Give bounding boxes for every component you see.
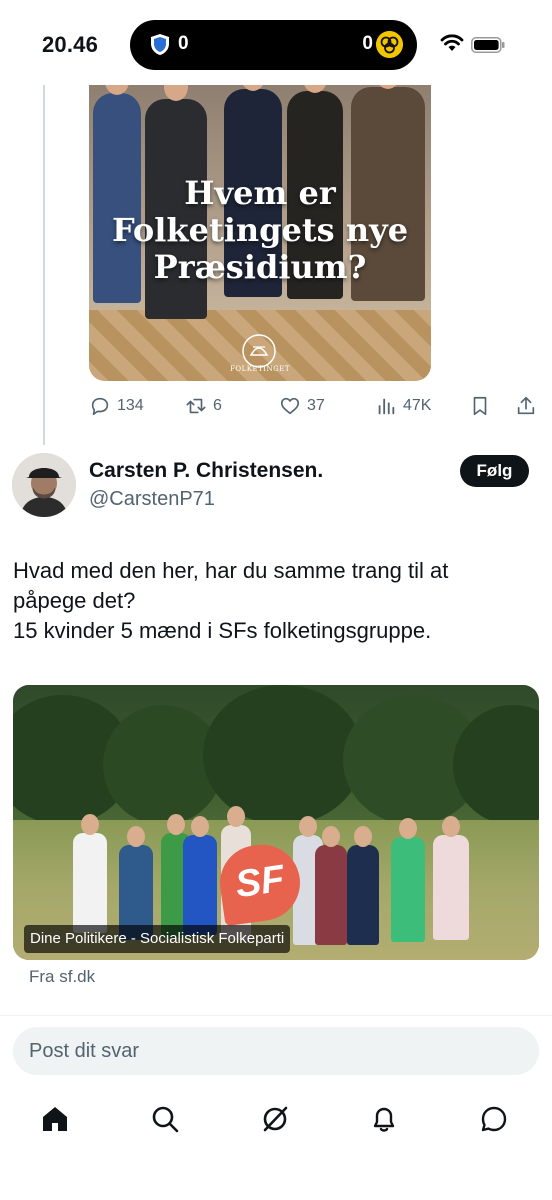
repost-icon xyxy=(186,398,206,414)
headline-line: Hvem er xyxy=(184,174,336,212)
person-figure xyxy=(315,826,347,945)
headline-line: Folketingets nye xyxy=(111,211,409,249)
status-bar: 20.46 0 0 xyxy=(0,0,552,90)
image-headline: Hvem er Folketingets nye Præsidium? xyxy=(89,175,431,286)
reply-count: 134 xyxy=(117,397,144,414)
like-count: 37 xyxy=(307,397,325,414)
notifications-icon[interactable] xyxy=(368,1103,400,1135)
post-image[interactable]: Hvem er Folketingets nye Præsidium? FOLK… xyxy=(89,85,431,381)
post-text-line: 15 kvinder 5 mænd i SFs folketingsgruppe… xyxy=(13,618,432,643)
shield-icon xyxy=(151,34,169,55)
messages-icon[interactable] xyxy=(478,1103,510,1135)
avatar-photo-icon xyxy=(12,453,76,517)
post-text-line: Hvad med den her, har du samme trang til… xyxy=(13,558,449,583)
share-icon xyxy=(517,396,535,415)
like-action[interactable]: 37 xyxy=(279,394,325,418)
person-figure xyxy=(391,818,425,942)
tree-shape xyxy=(203,685,363,825)
follow-button[interactable]: Følg xyxy=(460,455,529,487)
bottom-tab-bar xyxy=(0,1095,552,1145)
display-name[interactable]: Carsten P. Christensen. xyxy=(89,459,323,483)
divider xyxy=(0,1015,552,1016)
island-right-count: 0 xyxy=(362,33,373,54)
share-action[interactable] xyxy=(515,394,543,418)
views-action[interactable]: 47K xyxy=(375,394,431,418)
link-source[interactable]: Fra sf.dk xyxy=(29,967,95,987)
headline-line: Præsidium? xyxy=(153,248,367,286)
reply-input[interactable]: Post dit svar xyxy=(13,1027,539,1075)
person-figure xyxy=(347,826,379,945)
person-figure xyxy=(433,816,469,940)
reply-icon xyxy=(91,397,109,416)
grok-icon[interactable] xyxy=(259,1103,291,1135)
avatar[interactable] xyxy=(12,453,76,517)
bookmark-action[interactable] xyxy=(469,394,497,418)
wifi-icon xyxy=(440,34,464,51)
bookmark-icon xyxy=(473,396,487,416)
repost-action[interactable]: 6 xyxy=(185,394,222,418)
coin-icon xyxy=(376,31,403,58)
post-text-line: påpege det? xyxy=(13,588,136,613)
island-left-count: 0 xyxy=(178,33,189,54)
user-handle[interactable]: @CarstenP71 xyxy=(89,488,215,511)
thread-line xyxy=(43,85,45,445)
search-icon[interactable] xyxy=(149,1103,181,1135)
link-card-title: Dine Politikere - Socialistisk Folkepart… xyxy=(24,925,291,953)
post-text: Hvad med den her, har du samme trang til… xyxy=(13,556,533,646)
heart-icon xyxy=(280,397,300,415)
battery-icon xyxy=(471,37,505,53)
views-icon xyxy=(378,398,395,415)
reply-action[interactable]: 134 xyxy=(89,394,144,418)
post-actions: 134 6 37 47K xyxy=(89,394,541,418)
dynamic-island[interactable]: 0 0 xyxy=(130,20,417,70)
status-time: 20.46 xyxy=(42,32,99,57)
home-icon[interactable] xyxy=(39,1103,71,1135)
person-figure xyxy=(183,816,217,935)
views-count: 47K xyxy=(403,397,432,414)
person-figure xyxy=(73,814,107,933)
repost-count: 6 xyxy=(213,397,222,414)
image-logo-text: FOLKETINGET xyxy=(229,365,290,373)
link-card[interactable]: SF Dine Politikere - Socialistisk Folkep… xyxy=(13,685,539,960)
